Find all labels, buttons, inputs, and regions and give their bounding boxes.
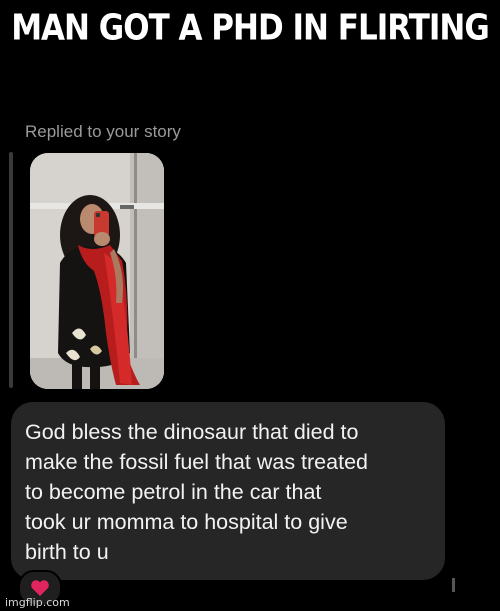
story-thumbnail[interactable] — [30, 153, 164, 389]
message-bubble[interactable]: God bless the dinosaur that died to make… — [11, 402, 445, 580]
scroll-edge — [452, 578, 455, 592]
meme-caption: MAN GOT A PHD IN FLIRTING — [11, 7, 490, 49]
reply-indicator-bar — [9, 152, 13, 388]
story-photo — [30, 153, 164, 389]
message-text: God bless the dinosaur that died to make… — [25, 420, 368, 564]
imgflip-watermark: imgflip.com — [5, 596, 70, 609]
heart-icon — [31, 580, 49, 596]
replied-to-story-label: Replied to your story — [25, 122, 181, 141]
